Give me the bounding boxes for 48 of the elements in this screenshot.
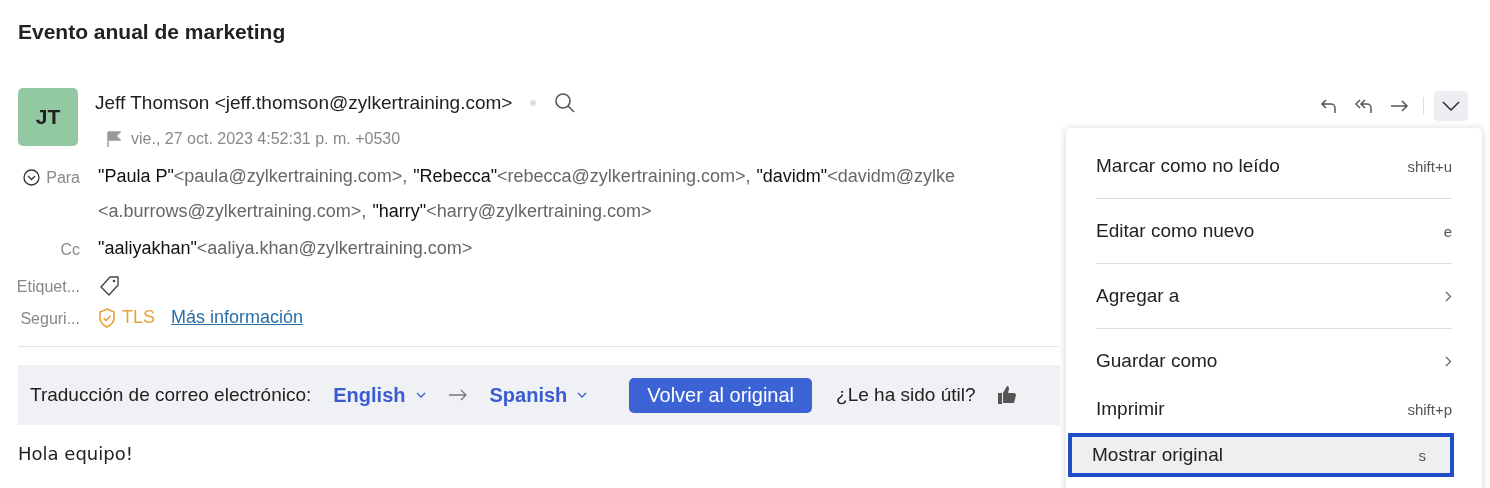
recipient[interactable]: "Paula P"<paula@zylkertraining.com>, (98, 166, 408, 187)
shield-icon (98, 307, 116, 328)
recipient[interactable]: "aaliyakhan"<aaliya.khan@zylkertraining.com> (98, 238, 473, 259)
recipient[interactable]: "Rebecca"<rebecca@zylkertraining.com>, (413, 166, 751, 187)
expand-icon[interactable] (23, 169, 41, 186)
tag-icon[interactable] (98, 275, 120, 297)
dot-icon (530, 100, 537, 106)
recipient[interactable]: <a.burrows@zylkertraining.com>, (98, 201, 367, 222)
target-language-dropdown[interactable]: Spanish (489, 383, 588, 407)
more-info-link[interactable]: Más información (171, 307, 304, 328)
menu-item[interactable]: Mostrar original s (1068, 433, 1454, 477)
field-label: Etiquet... (16, 278, 80, 296)
email-body: Hola equipo! (18, 443, 133, 464)
feedback-question: ¿Le ha sido útil? (836, 384, 976, 406)
menu-item[interactable]: Imprimir shift+p (1074, 385, 1474, 433)
chevron-icon (577, 392, 588, 398)
sender-avatar: JT (18, 88, 78, 146)
shortcut-hint: shift+u (1407, 157, 1452, 175)
recipient[interactable]: "harry"<harry@zylkertraining.com> (372, 201, 652, 222)
translation-label: Traducción de correo electrónico: (30, 384, 312, 406)
security-protocol: TLS (122, 307, 155, 328)
arrow-icon (447, 389, 468, 401)
sender-name: Jeff Thomson <jeff.thomson@zylkertraining.com> (95, 92, 513, 114)
chevron-icon (1445, 290, 1452, 302)
email-date: vie., 27 oct. 2023 4:52:31 p. m. +0530 (131, 130, 401, 148)
field-label: Seguri... (20, 310, 80, 328)
reply-icon[interactable] (1319, 97, 1339, 115)
chevron-icon (415, 392, 426, 398)
menu-item[interactable]: Editar como nuevo e (1074, 207, 1474, 255)
shortcut-hint: shift+p (1407, 400, 1452, 418)
shortcut-hint: e (1443, 222, 1452, 240)
source-language-dropdown[interactable]: English (333, 383, 426, 407)
field-label: Para (46, 169, 80, 187)
menu-item[interactable]: Marcar como no leído shift+u (1074, 142, 1474, 190)
revert-button[interactable]: Volver al original (629, 377, 813, 413)
flag-icon[interactable] (107, 131, 121, 147)
more-actions-button[interactable] (1434, 91, 1468, 121)
menu-item[interactable]: Guardar como (1074, 337, 1474, 385)
chevron-icon (1445, 355, 1452, 367)
recipient[interactable]: "davidm"<davidm@zylke (756, 166, 956, 187)
menu-item[interactable]: Agregar a (1074, 272, 1474, 320)
search-icon[interactable] (554, 92, 577, 114)
field-label: Cc (60, 241, 80, 259)
email-subject: Evento anual de marketing (18, 19, 287, 45)
shortcut-hint: s (1418, 446, 1426, 464)
thumbs-up-icon[interactable] (997, 385, 1018, 405)
reply-all-icon[interactable] (1353, 97, 1375, 115)
chevron-icon (1442, 101, 1460, 111)
